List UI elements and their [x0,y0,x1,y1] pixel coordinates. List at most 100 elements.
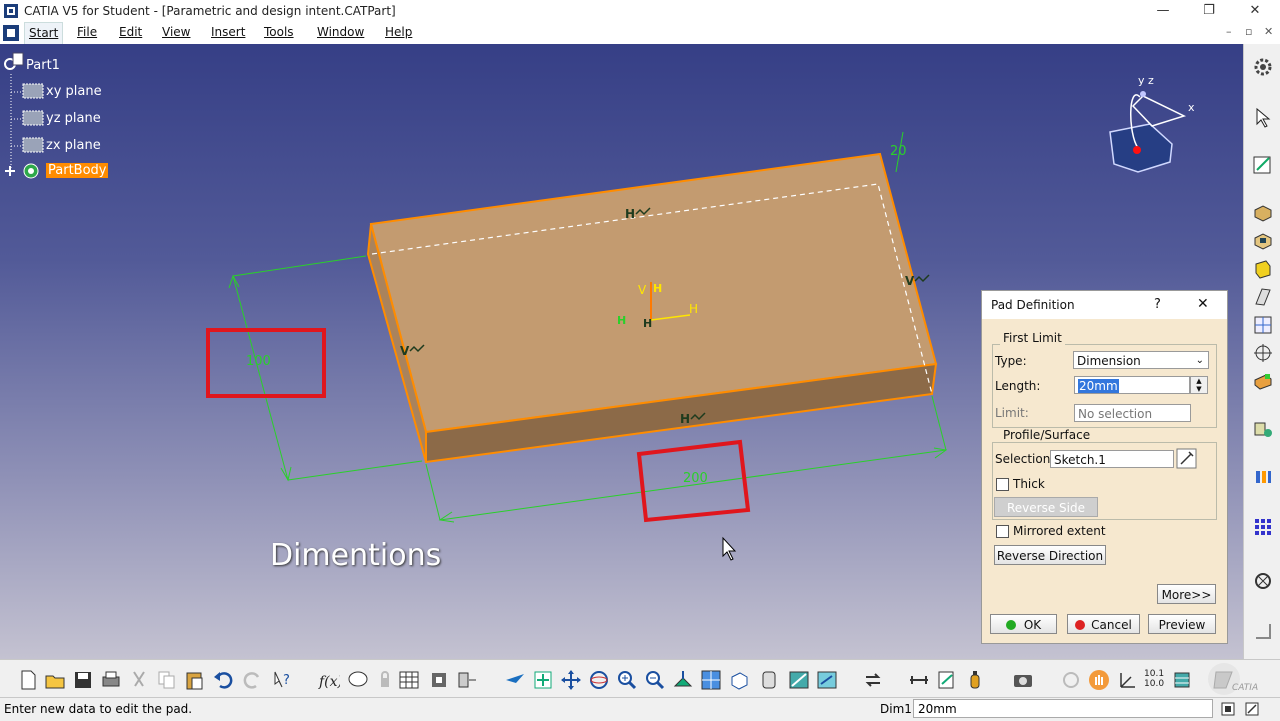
power-input-icon[interactable] [1244,701,1260,717]
pan-icon[interactable] [560,669,582,691]
catalog-icon[interactable] [428,669,450,691]
print-icon[interactable] [100,669,122,691]
mirrored-extent-checkbox[interactable] [996,525,1009,538]
menu-tools[interactable]: Tools [264,25,294,39]
ok-button[interactable]: OK [990,614,1057,634]
pocket-icon[interactable] [1252,230,1274,252]
help-button[interactable]: ? [1154,297,1161,312]
update-icon[interactable] [862,669,884,691]
dim-height-label[interactable]: 20 [890,144,907,159]
save-icon[interactable] [72,669,94,691]
redo-icon[interactable] [242,669,264,691]
swap-space-icon[interactable] [816,669,838,691]
pad-icon[interactable] [1252,202,1274,224]
doc-minimize-button[interactable]: – [1226,25,1232,38]
tree-node-part1[interactable]: Part1 [26,58,60,73]
view-mode-icon[interactable] [1172,669,1194,691]
dim-label: Dim1 [880,702,912,716]
preview-button[interactable]: Preview [1148,614,1216,634]
copy-icon[interactable] [156,669,178,691]
tree-node-partbody[interactable]: PartBody [46,163,109,178]
shell-icon[interactable] [1252,466,1274,488]
hand-icon[interactable] [1088,669,1110,691]
hide-show-icon[interactable] [788,669,810,691]
tree-node-zx-plane[interactable]: zx plane [46,138,101,153]
menu-edit[interactable]: Edit [119,25,142,39]
more-button[interactable]: More>> [1157,584,1216,604]
bottle-icon[interactable] [964,669,986,691]
whats-this-icon[interactable]: ? [272,669,294,691]
stiffener-icon[interactable] [1252,314,1274,336]
menu-insert[interactable]: Insert [211,25,245,39]
scale-icon[interactable] [1252,620,1274,642]
menu-view[interactable]: View [162,25,190,39]
axis-icon[interactable] [1252,342,1274,364]
thick-checkbox[interactable] [996,478,1009,491]
fillet-icon[interactable] [1252,370,1274,392]
table-icon[interactable] [398,669,420,691]
restore-button[interactable]: ❐ [1186,1,1232,21]
menu-window[interactable]: Window [317,25,364,39]
command-list-icon[interactable] [1220,701,1236,717]
partbody-icon[interactable] [3,161,43,181]
paste-icon[interactable] [184,669,206,691]
pattern-icon[interactable] [1252,516,1274,538]
part-icon[interactable] [3,52,25,72]
shaft-icon[interactable] [1252,258,1274,280]
sketcher-icon[interactable] [1252,154,1274,176]
shading-icon[interactable] [758,669,780,691]
cut-icon[interactable] [128,669,150,691]
sketch-analysis-icon[interactable] [936,669,958,691]
length-input[interactable]: 20mm [1074,376,1190,394]
dialog-close-button[interactable]: ✕ [1197,296,1209,312]
limit-field[interactable]: No selection [1074,404,1191,422]
capture-icon[interactable] [1012,669,1034,691]
type-select[interactable]: Dimension ⌄ [1073,351,1209,369]
dim-length-label[interactable]: 200 [683,471,708,486]
select-arrow-icon[interactable] [1252,106,1274,128]
rib-icon[interactable] [1252,286,1274,308]
close-button[interactable]: ✕ [1232,1,1278,21]
lock-icon[interactable] [374,669,396,691]
formula-icon[interactable]: f(x) [318,669,340,691]
normal-view-icon[interactable] [672,669,694,691]
reverse-direction-button[interactable]: Reverse Direction [994,545,1106,565]
refresh-icon[interactable] [1060,669,1082,691]
sketch-edit-icon[interactable] [1176,448,1197,469]
gear-icon[interactable] [1252,56,1274,78]
zoom-in-icon[interactable] [616,669,638,691]
tree-node-xy-plane[interactable]: xy plane [46,84,102,99]
cancel-button[interactable]: Cancel [1067,614,1140,634]
doc-close-button[interactable]: ✕ [1264,25,1273,38]
selection-field[interactable]: Sketch.1 [1050,450,1174,468]
fly-mode-icon[interactable] [504,669,526,691]
dim-value-input[interactable]: 20mm [913,699,1213,718]
plane-icon[interactable] [22,136,44,154]
measure-icon[interactable] [1252,570,1274,592]
knowledge-icon[interactable] [347,669,369,691]
axis-system-icon[interactable] [1116,669,1138,691]
draft-icon[interactable] [1252,418,1274,440]
zoom-out-icon[interactable] [644,669,666,691]
plane-icon[interactable] [22,109,44,127]
tree-node-yz-plane[interactable]: yz plane [46,111,101,126]
fit-all-icon[interactable] [532,669,554,691]
length-spinner[interactable]: ▲ ▼ [1190,376,1208,394]
minimize-button[interactable]: — [1140,1,1186,21]
transform-icon[interactable] [456,669,478,691]
menu-start[interactable]: Start [24,22,64,45]
reverse-side-button[interactable]: Reverse Side [994,497,1098,517]
iso-view-icon[interactable] [728,669,750,691]
open-folder-icon[interactable] [44,669,66,691]
compass-icon[interactable]: y z x [1109,74,1195,173]
dim-width-label[interactable]: 100 [246,354,271,369]
plane-icon[interactable] [22,82,44,100]
undo-icon[interactable] [212,669,234,691]
doc-restore-button[interactable]: ▫ [1245,25,1252,38]
multi-view-icon[interactable] [700,669,722,691]
rotate-icon[interactable] [588,669,610,691]
new-document-icon[interactable] [17,669,39,691]
menu-help[interactable]: Help [385,25,412,39]
constraint-icon[interactable] [908,669,930,691]
menu-file[interactable]: File [77,25,97,39]
